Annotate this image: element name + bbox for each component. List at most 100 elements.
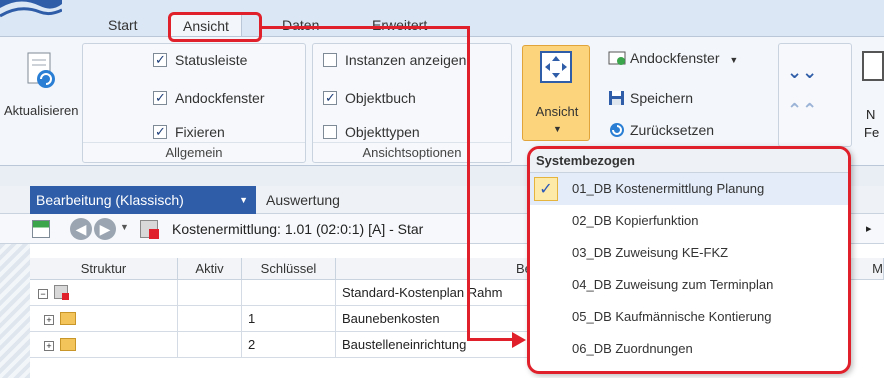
- structure-tree-icon[interactable]: [32, 220, 50, 238]
- folder-icon: [59, 338, 76, 351]
- arrow-head-icon: [512, 332, 526, 348]
- dropdown-section-header: Systembezogen: [530, 149, 848, 173]
- table-row[interactable]: +: [30, 332, 178, 358]
- checkmark-icon: ✓: [534, 177, 558, 201]
- andockfenster-checkbox[interactable]: Andockfenster: [153, 88, 265, 108]
- expand-node-icon[interactable]: +: [44, 315, 54, 325]
- tab-auswertung[interactable]: Auswertung: [266, 186, 340, 214]
- column-header-schluessel[interactable]: Schlüssel: [242, 258, 336, 280]
- expand-node-icon[interactable]: +: [44, 341, 54, 351]
- expand-all-icon[interactable]: ⌄⌄: [787, 62, 817, 83]
- tab-start[interactable]: Start: [96, 14, 150, 36]
- fixieren-label: Fixieren: [175, 124, 225, 140]
- group-ansichtsoptionen: Instanzen anzeigen Objektbuch Objekttype…: [312, 43, 512, 163]
- objektbuch-checkbox[interactable]: Objektbuch: [323, 88, 416, 108]
- dropdown-item-03[interactable]: 03_DB Zuweisung KE-FKZ: [530, 237, 848, 269]
- group-label-ansichtsoptionen: Ansichtsoptionen: [313, 142, 511, 162]
- back-button-icon[interactable]: ◀: [70, 218, 92, 240]
- dropdown-item-label: 02_DB Kopierfunktion: [572, 213, 699, 228]
- instanzen-anzeigen-label: Instanzen anzeigen: [345, 52, 467, 68]
- folder-icon: [59, 312, 76, 325]
- instanzen-anzeigen-checkbox[interactable]: Instanzen anzeigen: [323, 50, 466, 70]
- chevron-down-icon[interactable]: ▼: [120, 222, 129, 232]
- arrow-segment-vertical: [467, 26, 470, 340]
- zuruecksetzen-command[interactable]: Zurücksetzen: [608, 119, 714, 141]
- cell-schluessel: [242, 280, 336, 306]
- cell-aktiv: [178, 332, 242, 358]
- window-dock-icon: [608, 51, 626, 65]
- arrow-segment-horizontal: [262, 26, 470, 29]
- dropdown-item-label: 03_DB Zuweisung KE-FKZ: [572, 245, 729, 260]
- floppy-disk-icon: [609, 91, 624, 105]
- dropdown-item-label: 06_DB Zuordnungen: [572, 341, 693, 356]
- objekttypen-checkbox[interactable]: Objekttypen: [323, 122, 420, 142]
- dropdown-item-label: 04_DB Zuweisung zum Terminplan: [572, 277, 774, 292]
- record-lock-icon: [140, 220, 159, 239]
- checkbox-unchecked-icon: [323, 125, 337, 139]
- dropdown-item-label: 01_DB Kostenermittlung Planung: [572, 181, 765, 196]
- chevron-down-icon: ▼: [729, 55, 739, 65]
- ansicht-button-label: Ansicht: [535, 104, 579, 119]
- cell-schluessel: 2: [242, 332, 336, 358]
- tab-bearbeitung-label: Bearbeitung (Klassisch): [36, 192, 184, 208]
- column-header-struktur[interactable]: Struktur: [30, 258, 178, 280]
- andockfenster-command-label: Andockfenster: [630, 50, 720, 66]
- refresh-label: Aktualisieren: [4, 103, 79, 118]
- speichern-command-label: Speichern: [630, 90, 694, 106]
- cell-aktiv: [178, 306, 242, 332]
- collapse-all-icon[interactable]: ⌃⌃: [787, 100, 817, 121]
- statusleiste-label: Statusleiste: [175, 52, 248, 68]
- ribbon-tab-strip: Start Ansicht Daten Erweitert: [0, 0, 884, 36]
- chevron-down-icon: ▼: [553, 124, 562, 134]
- forward-button-icon[interactable]: ▶: [94, 218, 116, 240]
- partial-label-top: N: [866, 107, 876, 122]
- dropdown-item-01[interactable]: ✓ 01_DB Kostenermittlung Planung: [530, 173, 848, 205]
- collapse-node-icon[interactable]: −: [38, 289, 48, 299]
- cell-schluessel: 1: [242, 306, 336, 332]
- record-label: Kostenermittlung: 1.01 (02:0:1) [A] - St…: [172, 221, 424, 237]
- checkbox-checked-icon: [323, 88, 337, 108]
- checkbox-unchecked-icon: [323, 53, 337, 67]
- andockfenster-command[interactable]: Andockfenster ▼: [608, 47, 738, 69]
- tab-daten[interactable]: Daten: [270, 14, 331, 36]
- dropdown-item-02[interactable]: 02_DB Kopierfunktion: [530, 205, 848, 237]
- statusleiste-checkbox[interactable]: Statusleiste: [153, 50, 247, 70]
- objekttypen-label: Objekttypen: [345, 124, 420, 140]
- zuruecksetzen-command-label: Zurücksetzen: [630, 122, 715, 138]
- dropdown-item-04[interactable]: 04_DB Zuweisung zum Terminplan: [530, 269, 848, 301]
- view-layout-icon: [540, 51, 572, 83]
- partial-document-icon: [862, 51, 884, 81]
- table-row[interactable]: −: [30, 280, 178, 306]
- refresh-document-icon: [27, 52, 55, 88]
- objektbuch-label: Objektbuch: [345, 90, 416, 106]
- dropdown-item-06[interactable]: 06_DB Zuordnungen: [530, 333, 848, 365]
- tab-erweitert[interactable]: Erweitert: [360, 14, 439, 36]
- app-logo: [0, 0, 62, 18]
- tab-bearbeitung-klassisch[interactable]: Bearbeitung (Klassisch) ▼: [30, 186, 256, 214]
- ansicht-dropdown-menu: Systembezogen ✓ 01_DB Kostenermittlung P…: [527, 146, 851, 374]
- record-lock-icon: [53, 285, 69, 300]
- reset-icon: [610, 123, 624, 137]
- group-allgemein: Statusleiste Andockfenster Fixieren Allg…: [82, 43, 306, 163]
- partial-ribbon-button[interactable]: N Fe: [858, 45, 884, 145]
- group-label-allgemein: Allgemein: [83, 142, 305, 162]
- andockfenster-label: Andockfenster: [175, 90, 265, 106]
- checkbox-checked-icon: [153, 50, 167, 70]
- fixieren-checkbox[interactable]: Fixieren: [153, 122, 225, 142]
- table-row[interactable]: +: [30, 306, 178, 332]
- ansicht-dropdown-button[interactable]: Ansicht ▼: [522, 45, 590, 141]
- column-header-aktiv[interactable]: Aktiv: [178, 258, 242, 280]
- dropdown-item-05[interactable]: 05_DB Kaufmännische Kontierung: [530, 301, 848, 333]
- dropdown-item-label: 05_DB Kaufmännische Kontierung: [572, 309, 772, 324]
- partial-label-bottom: Fe: [864, 125, 880, 140]
- left-pane-strip: [0, 244, 30, 378]
- more-arrow-icon[interactable]: ▸: [866, 214, 872, 244]
- cell-aktiv: [178, 280, 242, 306]
- chevron-down-icon: ▼: [239, 195, 248, 205]
- checkbox-checked-icon: [153, 122, 167, 142]
- group-navigation: ⌄⌄ ⌃⌃: [778, 43, 852, 147]
- highlight-ansicht-tab: [168, 12, 262, 42]
- speichern-command[interactable]: Speichern: [608, 87, 693, 109]
- refresh-button[interactable]: Aktualisieren: [4, 47, 78, 137]
- checkbox-checked-icon: [153, 88, 167, 108]
